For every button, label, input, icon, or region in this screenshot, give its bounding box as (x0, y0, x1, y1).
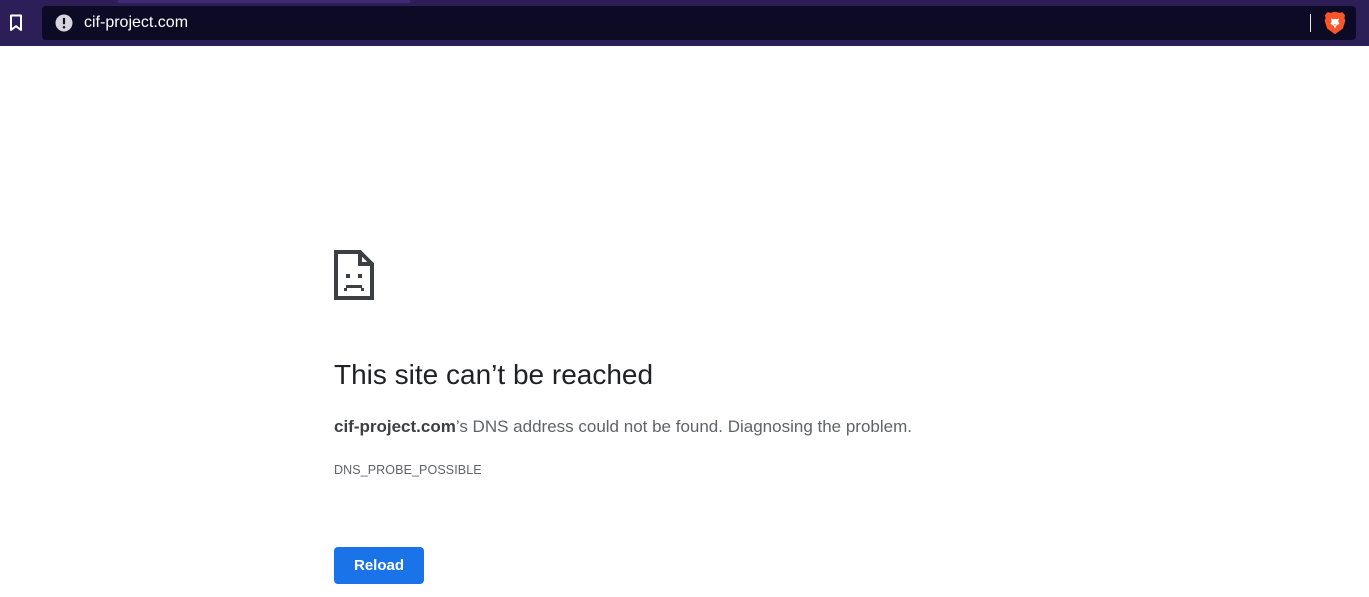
omnibox-divider (1310, 14, 1311, 32)
url-text[interactable]: cif-project.com (84, 13, 188, 33)
address-bar[interactable]: cif-project.com (42, 6, 1356, 40)
info-warning-icon[interactable] (55, 14, 73, 32)
brave-shield-icon[interactable] (1324, 11, 1346, 35)
error-message-text: ’s DNS address could not be found. Diagn… (455, 417, 912, 436)
sad-document-icon (334, 250, 374, 300)
error-message: cif-project.com’s DNS address could not … (334, 415, 912, 439)
browser-toolbar: cif-project.com (0, 0, 1369, 46)
error-title: This site can’t be reached (334, 359, 654, 390)
error-code: DNS_PROBE_POSSIBLE (334, 463, 482, 477)
active-tab-indicator (118, 0, 410, 3)
bookmark-button[interactable] (4, 11, 28, 35)
bookmark-icon (10, 14, 22, 31)
error-host: cif-project.com (334, 417, 456, 436)
reload-button[interactable]: Reload (334, 547, 424, 584)
